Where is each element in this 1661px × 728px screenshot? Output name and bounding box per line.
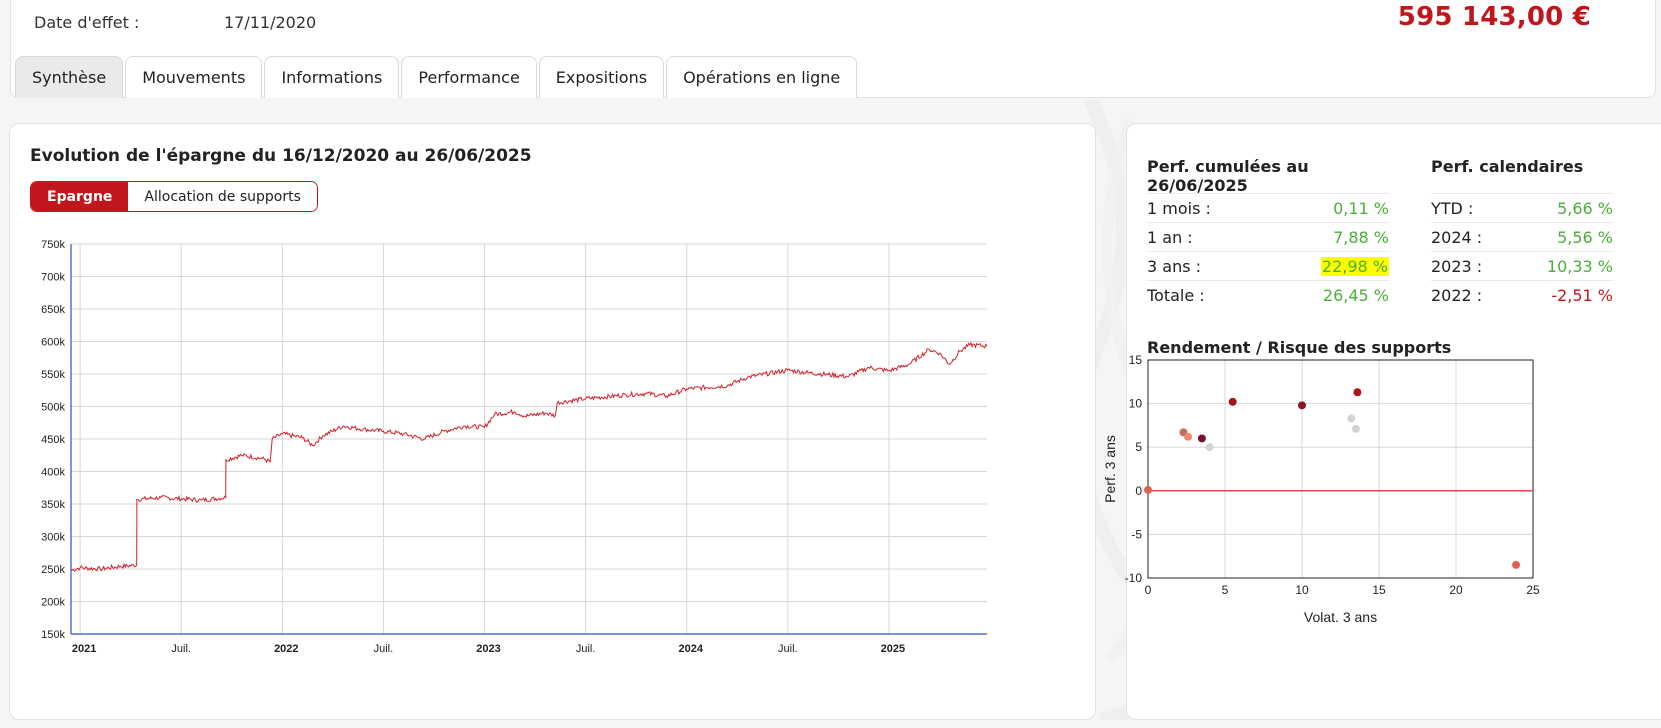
x-tick-label: Juil.: [171, 643, 191, 655]
y-tick-label: 750k: [41, 239, 65, 251]
y-tick-label: 5: [1135, 440, 1142, 454]
x-tick-label: 20: [1449, 583, 1463, 597]
y-tick-label: 15: [1129, 353, 1143, 367]
tab-synthese[interactable]: Synthèse: [15, 56, 124, 98]
scatter-point: [1205, 443, 1214, 452]
tab-expositions[interactable]: Expositions: [538, 56, 665, 98]
y-tick-label: 450k: [41, 434, 65, 446]
x-tick-label: Juil.: [576, 643, 596, 655]
tab-informations[interactable]: Informations: [264, 56, 400, 98]
tab-bar: Synthèse Mouvements Informations Perform…: [15, 56, 859, 98]
date-effet-label: Date d'effet :: [34, 13, 140, 32]
y-tick-label: -10: [1125, 571, 1143, 585]
y-tick-label: 10: [1129, 397, 1143, 411]
y-tick-label: 600k: [41, 337, 65, 349]
y-tick-label: 250k: [41, 564, 65, 576]
y-tick-label: -5: [1131, 527, 1142, 541]
tab-operations-en-ligne[interactable]: Opérations en ligne: [666, 56, 858, 98]
date-effet-value: 17/11/2020: [224, 13, 317, 32]
x-tick-label: 2021: [72, 643, 96, 655]
total-amount: 595 143,00 €: [1397, 2, 1591, 32]
y-tick-label: 700k: [41, 272, 65, 284]
scatter-point: [1298, 401, 1306, 410]
x-tick-label: 10: [1295, 583, 1309, 597]
y-tick-label: 500k: [41, 402, 65, 414]
risk-return-scatter-chart: 0 5 10 15 20 25 -10 -5 0 5 10 15 Volat. 3 ans Perf. 3…: [1102, 353, 1540, 625]
x-axis-label: Volat. 3 ans: [1304, 609, 1377, 625]
x-tick-label: Juil.: [374, 643, 394, 655]
scatter-point: [1512, 560, 1521, 569]
scatter-point: [1184, 432, 1193, 441]
scatter-point: [1351, 424, 1360, 433]
y-tick-label: 300k: [41, 532, 65, 544]
performance-card: Perf. cumulées au 26/06/2025 1 mois : 0,…: [1102, 123, 1661, 720]
y-tick-label: 650k: [41, 304, 65, 316]
y-tick-label: 200k: [41, 597, 65, 609]
y-tick-label: 0: [1135, 484, 1142, 498]
evolution-card: Evolution de l'épargne du 16/12/2020 au …: [9, 123, 1096, 720]
scatter-point: [1197, 434, 1206, 443]
x-tick-label: 0: [1145, 583, 1152, 597]
y-tick-label: 400k: [41, 467, 65, 479]
scatter-point: [1228, 397, 1237, 406]
tab-mouvements[interactable]: Mouvements: [125, 56, 263, 98]
x-tick-label: 15: [1372, 583, 1386, 597]
x-tick-label: 25: [1526, 583, 1540, 597]
x-tick-label: Juil.: [778, 643, 798, 655]
plot-frame: [1147, 359, 1534, 579]
scatter-point: [1347, 414, 1356, 423]
x-tick-label: 2022: [274, 643, 298, 655]
x-tick-label: 2023: [476, 643, 500, 655]
y-tick-label: 350k: [41, 499, 65, 511]
x-tick-label: 2024: [678, 643, 703, 655]
y-tick-label: 550k: [41, 369, 65, 381]
y-axis-label: Perf. 3 ans: [1102, 435, 1118, 503]
x-tick-label: 2025: [881, 643, 905, 655]
y-tick-label: 150k: [41, 629, 65, 641]
x-tick-label: 5: [1222, 583, 1229, 597]
scatter-point: [1144, 485, 1152, 494]
tab-performance[interactable]: Performance: [401, 56, 537, 98]
evolution-line-chart: 150k 200k 250k 300k 350k 400k 450k 500k 550k 600k…: [41, 239, 988, 655]
scatter-point: [1353, 388, 1362, 397]
